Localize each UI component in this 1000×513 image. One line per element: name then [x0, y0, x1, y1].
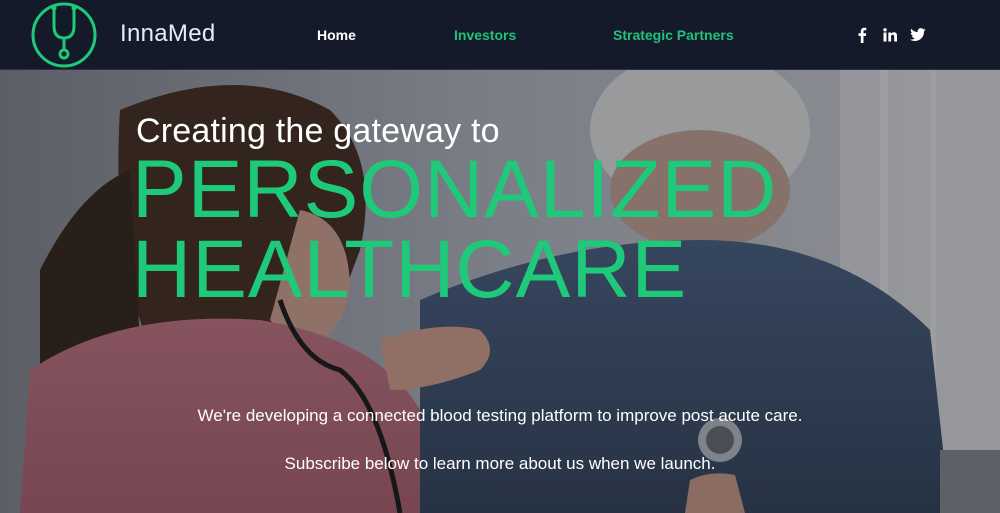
linkedin-icon[interactable]	[880, 25, 900, 45]
brand-name[interactable]: InnaMed	[120, 20, 216, 48]
hero-description: We're developing a connected blood testi…	[197, 406, 803, 425]
hero-headline: PERSONALIZED HEALTHCARE	[132, 144, 778, 315]
nav-home-link[interactable]: Home	[317, 27, 356, 43]
facebook-icon[interactable]	[852, 25, 872, 45]
site-header: InnaMed Home Investors Strategic Partner…	[0, 0, 1000, 70]
stethoscope-logo-icon[interactable]	[28, 0, 100, 70]
headline-line-2: HEALTHCARE	[132, 224, 688, 315]
nav-strategic-partners-link[interactable]: Strategic Partners	[613, 27, 734, 43]
hero-subscribe-text: Subscribe below to learn more about us w…	[284, 454, 716, 473]
twitter-icon[interactable]	[908, 25, 928, 45]
headline-line-1: PERSONALIZED	[132, 144, 778, 235]
nav-investors-link[interactable]: Investors	[454, 27, 516, 43]
